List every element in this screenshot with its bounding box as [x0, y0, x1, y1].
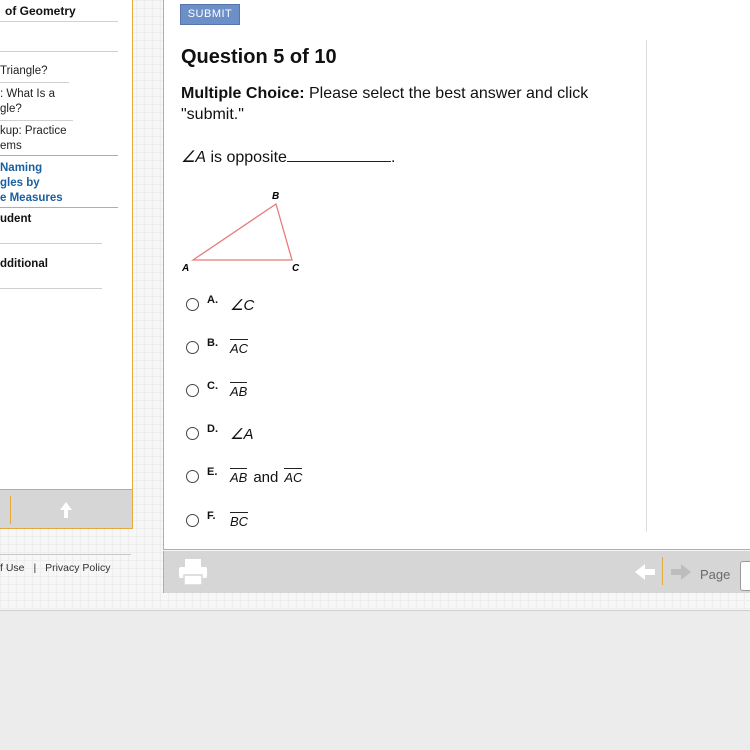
page-number-input[interactable] — [740, 561, 750, 591]
choice-answer: AB and AC — [230, 468, 303, 486]
sidebar-item-label: udent — [0, 213, 32, 225]
divider — [0, 243, 102, 244]
radio-button[interactable] — [186, 470, 199, 483]
choice-value-2: AC — [284, 468, 303, 485]
sidebar-item-practice[interactable]: kup: Practice ems — [0, 124, 66, 154]
choice-value: ∠A — [230, 426, 254, 443]
question-instructions: Multiple Choice: Please select the best … — [181, 83, 631, 125]
submit-button[interactable]: SUBMIT — [180, 4, 240, 25]
choice-value: BC — [230, 512, 249, 529]
choice-answer: ∠A — [230, 425, 253, 443]
radio-button[interactable] — [186, 427, 199, 440]
sidebar-item-label: gles by — [0, 177, 40, 189]
divider — [0, 288, 102, 289]
choice-letter: E. — [207, 466, 218, 478]
page-label: Page — [700, 567, 731, 582]
vertex-label-b: B — [272, 191, 279, 202]
sidebar-footer — [0, 489, 133, 529]
divider — [646, 40, 647, 532]
choice-answer: BC — [230, 512, 249, 530]
choice-answer: AB — [230, 382, 248, 400]
choice-letter: A. — [207, 294, 218, 306]
vertex-label-c: C — [292, 263, 300, 274]
terms-of-use-link[interactable]: f Use — [0, 562, 25, 574]
choice-a[interactable]: A. ∠C — [186, 294, 486, 316]
choice-c[interactable]: C. AB — [186, 380, 486, 402]
radio-button[interactable] — [186, 384, 199, 397]
question-prompt: ∠A is opposite. — [181, 147, 395, 167]
sidebar-item-label: kup: Practice — [0, 125, 67, 137]
question-panel: SUBMIT Question 5 of 10 Multiple Choice:… — [163, 0, 750, 550]
back-arrow-icon[interactable] — [634, 563, 656, 581]
sidebar-item-student[interactable]: udent — [0, 212, 31, 227]
sidebar-item-label: Triangle? — [0, 65, 48, 77]
course-title: of Geometry — [5, 4, 76, 18]
question-title: Question 5 of 10 — [181, 46, 337, 68]
forward-arrow-icon[interactable] — [670, 563, 692, 581]
legal-separator: | — [33, 562, 37, 574]
print-icon[interactable] — [177, 558, 209, 586]
choice-letter: B. — [207, 337, 218, 349]
divider — [0, 554, 131, 555]
sidebar-item-additional[interactable]: dditional — [0, 257, 48, 272]
choice-value: AC — [230, 339, 249, 356]
choice-value: ∠C — [230, 297, 255, 314]
choice-value: AB — [230, 382, 248, 399]
scroll-up-arrow-icon[interactable] — [56, 500, 76, 520]
sidebar-item-label: e Measures — [0, 192, 63, 204]
prompt-text: is opposite — [206, 149, 287, 166]
answer-blank — [286, 148, 391, 162]
choice-letter: F. — [207, 510, 216, 522]
choice-b[interactable]: B. AC — [186, 337, 486, 359]
divider — [10, 496, 11, 524]
choice-letter: C. — [207, 380, 218, 392]
vertex-label-a: A — [181, 263, 189, 274]
radio-button[interactable] — [186, 514, 199, 527]
choice-letter: D. — [207, 423, 218, 435]
divider — [0, 51, 118, 52]
sidebar-item-naming-angles[interactable]: Naming gles by e Measures — [0, 161, 63, 206]
bottom-toolbar: Page — [163, 551, 750, 593]
sidebar-item-label: dditional — [0, 258, 48, 270]
choice-joiner: and — [253, 469, 279, 486]
triangle-shape — [190, 202, 293, 261]
choice-f[interactable]: F. BC — [186, 510, 486, 532]
choice-answer: ∠C — [230, 296, 254, 314]
divider — [662, 557, 663, 585]
choice-d[interactable]: D. ∠A — [186, 423, 486, 445]
divider — [0, 82, 69, 83]
sidebar-item-what-is[interactable]: : What Is a gle? — [0, 87, 55, 117]
radio-button[interactable] — [186, 298, 199, 311]
active-divider — [0, 155, 118, 156]
lesson-sidebar: of Geometry Triangle? : What Is a gle? k… — [0, 0, 133, 529]
instruction-label: Multiple Choice: — [181, 85, 305, 102]
prompt-angle: ∠A — [181, 149, 207, 166]
active-divider — [0, 207, 118, 208]
choice-answer: AC — [230, 339, 249, 357]
sidebar-item-label: : What Is a — [0, 88, 55, 100]
sidebar-item-label: gle? — [0, 103, 22, 115]
sidebar-item-label: ems — [0, 140, 22, 152]
sidebar-item-triangle[interactable]: Triangle? — [0, 64, 48, 79]
triangle-figure: B A C — [180, 185, 310, 280]
privacy-policy-link[interactable]: Privacy Policy — [45, 562, 110, 574]
choice-e[interactable]: E. AB and AC — [186, 466, 486, 488]
legal-links: f Use | Privacy Policy — [0, 562, 110, 574]
prompt-end: . — [390, 149, 396, 166]
divider — [0, 21, 118, 22]
choice-value: AB — [230, 468, 248, 485]
sidebar-item-label: Naming — [0, 162, 43, 174]
radio-button[interactable] — [186, 341, 199, 354]
divider — [0, 120, 73, 121]
